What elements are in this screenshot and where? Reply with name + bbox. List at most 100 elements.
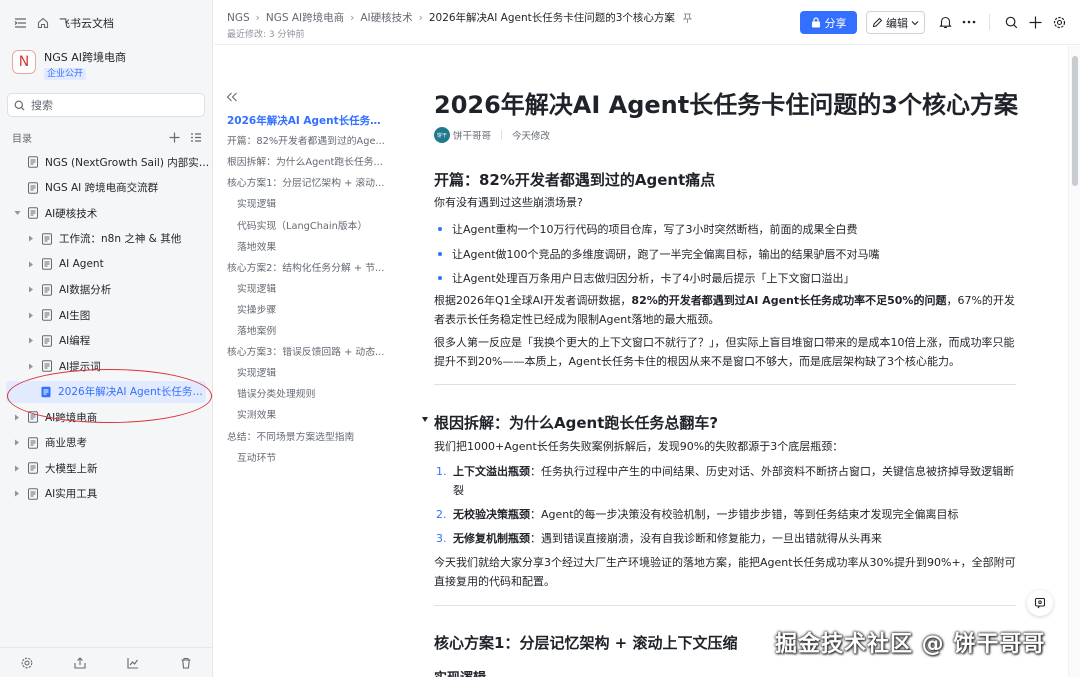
share-out-icon[interactable] (73, 656, 86, 669)
collapse-sidebar-icon[interactable] (14, 17, 27, 29)
document-icon (27, 487, 39, 500)
document-icon (27, 181, 39, 194)
outline-item[interactable]: 核心方案3：错误反馈回路 + 动态... (227, 346, 387, 360)
sidebar-item[interactable]: AI Agent (0, 253, 212, 275)
search-icon (14, 100, 25, 111)
sidebar-item-label: NGS AI 跨境电商交流群 (45, 182, 159, 194)
collapse-outline-icon[interactable] (226, 92, 238, 102)
sidebar-item[interactable]: 工作流：n8n 之神 & 其他 (0, 228, 212, 250)
section-heading: 根因拆解：为什么Agent跑长任务总翻车? (422, 412, 718, 433)
fold-toggle-icon[interactable] (422, 417, 428, 422)
outline-item[interactable]: 代码实现（LangChain版本） (237, 220, 387, 234)
list-item: 让Agent处理百万条用户日志做归因分析，卡了4小时最后提示「上下文窗口溢出」 (434, 270, 855, 286)
collapse-caret-icon[interactable] (12, 208, 22, 218)
scrollbar[interactable] (1068, 46, 1080, 677)
numbered-item: 2. 无校验决策瓶颈：Agent的每一步决策没有校验机制，一步错步步错，等到任务结… (436, 508, 959, 521)
section-heading: 开篇：82%开发者都遇到过的Agent痛点 (434, 171, 716, 189)
sidebar-item[interactable]: NGS (NextGrowth Sail) 内部实战手... (0, 151, 212, 173)
breadcrumb-current: 2026年解决AI Agent长任务卡住问题的3个核心方案 (428, 12, 675, 24)
expand-caret-icon[interactable] (12, 412, 22, 422)
sidebar-item[interactable]: 商业思考 (0, 432, 212, 454)
expand-caret-icon[interactable] (26, 310, 36, 320)
author-name[interactable]: 饼干哥哥 (453, 128, 491, 142)
breadcrumb-item[interactable]: NGS AI跨境电商 (266, 10, 344, 25)
document-icon (41, 334, 53, 347)
sidebar-item[interactable]: AI实用工具 (0, 483, 212, 505)
sidebar-item[interactable]: AI数据分析 (0, 279, 212, 301)
annotation-ellipse (7, 369, 212, 423)
breadcrumb-item[interactable]: AI硬核技术 (360, 10, 412, 25)
floating-comment-button[interactable] (1027, 590, 1053, 616)
chevron-down-icon (911, 20, 919, 26)
document-icon (41, 232, 53, 245)
document-icon (27, 207, 39, 219)
sidebar-item[interactable]: AI硬核技术 (0, 202, 212, 224)
edit-mode-button[interactable]: 编辑 (866, 11, 925, 34)
expand-caret-icon[interactable] (26, 361, 36, 371)
sidebar-item[interactable]: 大模型上新 (0, 457, 212, 479)
outline-item[interactable]: 落地案例 (237, 325, 387, 339)
expand-caret-icon[interactable] (12, 438, 22, 448)
sidebar: 飞书云文档 N NGS AI跨境电商 企业公开 搜索 目录 NGS (NextG… (0, 0, 213, 677)
outline-item[interactable]: 实现逻辑 (237, 198, 387, 212)
outline-item[interactable]: 2026年解决AI Agent长任务卡... (227, 114, 387, 128)
expand-caret-icon[interactable] (12, 463, 22, 473)
breadcrumb-item[interactable]: NGS (227, 12, 250, 24)
settings-icon[interactable] (21, 657, 33, 669)
search-input[interactable]: 搜索 (7, 93, 205, 117)
divider (434, 384, 1016, 385)
sidebar-item-label: AI硬核技术 (45, 207, 98, 220)
sidebar-item[interactable]: AI生图 (0, 304, 212, 326)
outline-item[interactable]: 实操步骤 (237, 304, 387, 318)
page-title: 2026年解决AI Agent长任务卡住问题的3个核心方案 (434, 91, 1018, 119)
outline-item[interactable]: 根因拆解：为什么Agent跑长任务... (227, 156, 387, 170)
workspace-card[interactable]: N NGS AI跨境电商 企业公开 (12, 50, 126, 80)
add-icon[interactable] (1027, 14, 1043, 30)
outline-item[interactable]: 错误分类处理规则 (237, 388, 387, 402)
list-settings-icon[interactable] (190, 132, 202, 143)
add-icon[interactable] (169, 132, 180, 143)
document-icon (41, 309, 53, 321)
sidebar-item[interactable]: NGS AI 跨境电商交流群 (0, 177, 212, 199)
app-name[interactable]: 飞书云文档 (59, 15, 114, 31)
trash-icon[interactable] (180, 657, 192, 669)
home-icon[interactable] (37, 17, 49, 29)
paragraph: 今天我们就给大家分享3个经过大厂生产环境验证的落地方案，能把Agent长任务成功… (434, 556, 1016, 588)
lock-icon (811, 17, 821, 28)
outline-item[interactable]: 落地效果 (237, 241, 387, 255)
outline-item[interactable]: 核心方案1：分层记忆架构 + 滚动... (227, 177, 387, 191)
sidebar-item-label: 商业思考 (45, 437, 87, 449)
expand-caret-icon[interactable] (26, 336, 36, 346)
expand-caret-icon[interactable] (26, 234, 36, 244)
toc-label: 目录 (12, 134, 32, 145)
outline-item[interactable]: 核心方案2：结构化任务分解 + 节... (227, 262, 387, 276)
toc-header: 目录 (12, 130, 202, 145)
sidebar-item[interactable]: AI编程 (0, 330, 212, 352)
outline-item[interactable]: 实测效果 (237, 409, 387, 423)
share-button[interactable]: 分享 (800, 11, 857, 34)
sidebar-item-label: AI数据分析 (59, 284, 112, 296)
expand-caret-icon[interactable] (12, 489, 22, 499)
outline-item[interactable]: 总结：不同场景方案选型指南 (227, 431, 387, 445)
sidebar-item-label: 工作流：n8n 之神 & 其他 (59, 233, 182, 245)
outline-item[interactable]: 实现逻辑 (237, 283, 387, 297)
scrollbar-thumb[interactable] (1072, 56, 1078, 186)
chart-icon[interactable] (126, 657, 139, 669)
paragraph: 你有没有遇到过这些崩溃场景? (434, 196, 583, 209)
pin-icon[interactable] (682, 13, 692, 23)
outline-item[interactable]: 互动环节 (237, 452, 387, 466)
divider (434, 605, 1016, 606)
gear-icon[interactable] (1051, 14, 1067, 30)
expand-caret-icon[interactable] (26, 285, 36, 295)
caret-spacer (12, 157, 22, 167)
bell-icon[interactable] (937, 14, 953, 30)
more-icon[interactable] (961, 14, 977, 30)
numbered-item: 1. 上下文溢出瓶颈：任务执行过程中产生的中间结果、历史对话、外部资料不断挤占窗口… (436, 465, 1014, 497)
sidebar-top: 飞书云文档 (14, 14, 114, 32)
outline-item[interactable]: 开篇：82%开发者都遇到过的Age... (227, 135, 387, 149)
search-icon[interactable] (1003, 14, 1019, 30)
expand-caret-icon[interactable] (26, 259, 36, 269)
avatar[interactable]: 饼干 (434, 127, 450, 143)
outline-item[interactable]: 实现逻辑 (237, 367, 387, 381)
workspace-logo: N (12, 50, 36, 74)
